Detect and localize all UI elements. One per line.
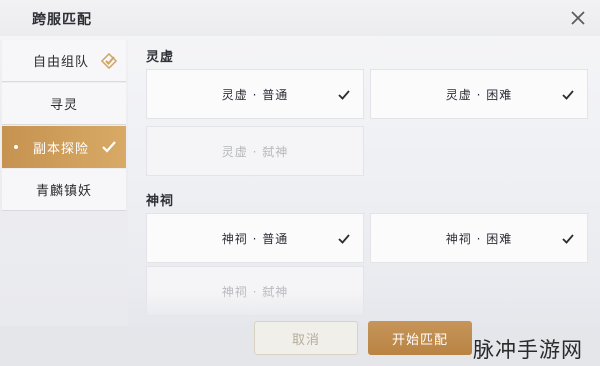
- checkbox-checked-icon: [338, 90, 350, 100]
- sidebar-item-dungeon[interactable]: 副本探险: [2, 126, 126, 168]
- active-dot-icon: [14, 145, 18, 149]
- option-card-lingxu-normal[interactable]: 灵虚 · 普通: [146, 69, 364, 119]
- diamond-check-icon: [100, 52, 118, 70]
- close-button[interactable]: [566, 6, 590, 30]
- sidebar-item-label: 副本探险: [32, 141, 89, 157]
- cancel-button[interactable]: 取消: [254, 321, 358, 355]
- scroll-fade: [128, 290, 600, 326]
- option-card-shenci-hard[interactable]: 神祠 · 困难: [370, 213, 588, 263]
- check-icon: [102, 141, 116, 153]
- sidebar-item-free-team[interactable]: 自由组队: [2, 40, 126, 82]
- sidebar-item-label: 青麟镇妖: [35, 184, 92, 199]
- dialog-title: 跨服匹配: [32, 12, 92, 28]
- cross-server-match-dialog: 跨服匹配 自由组队 寻灵 副本探险 青麟镇妖 灵虚 灵虚 · 普通 灵虚 · 困…: [0, 0, 600, 366]
- option-label: 神祠 · 困难: [445, 231, 513, 246]
- start-match-button[interactable]: 开始匹配: [368, 321, 472, 355]
- sidebar-item-qinglin[interactable]: 青麟镇妖: [2, 169, 126, 211]
- checkbox-checked-icon: [562, 90, 574, 100]
- checkbox-checked-icon: [338, 234, 350, 244]
- option-card-lingxu-hard[interactable]: 灵虚 · 困难: [370, 69, 588, 119]
- close-icon: [571, 11, 585, 25]
- option-label: 神祠 · 普通: [221, 231, 289, 246]
- site-watermark: 脉冲手游网: [473, 338, 583, 362]
- checkbox-checked-icon: [562, 234, 574, 244]
- section-title-lingxu: 灵虚: [146, 50, 175, 65]
- option-card-lingxu-slaygod: 灵虚 · 弑神: [146, 126, 364, 176]
- title-bar: 跨服匹配: [0, 0, 600, 36]
- sidebar-item-label: 寻灵: [49, 98, 78, 113]
- option-label: 灵虚 · 弑神: [221, 144, 289, 159]
- sidebar-item-xunling[interactable]: 寻灵: [2, 83, 126, 125]
- sidebar-item-label: 自由组队: [32, 55, 89, 70]
- section-title-shenci: 神祠: [146, 194, 175, 209]
- sidebar: 自由组队 寻灵 副本探险 青麟镇妖: [0, 40, 128, 326]
- option-label: 灵虚 · 困难: [445, 87, 513, 102]
- option-label: 灵虚 · 普通: [221, 87, 289, 102]
- option-card-shenci-normal[interactable]: 神祠 · 普通: [146, 213, 364, 263]
